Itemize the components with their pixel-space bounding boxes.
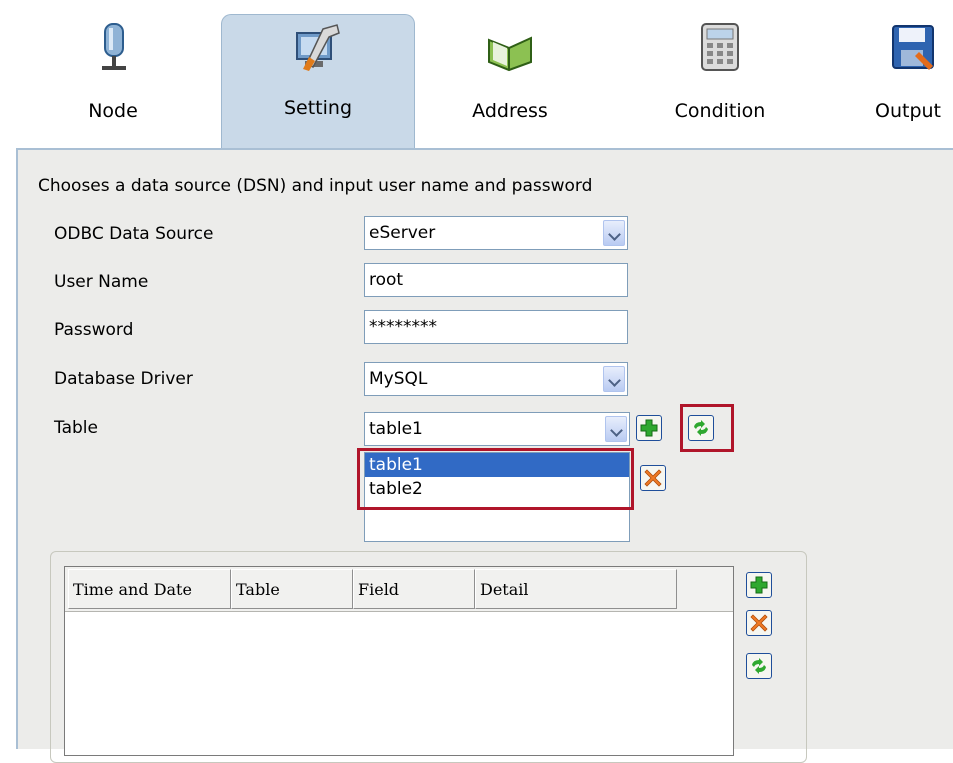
plus-icon [640, 419, 658, 437]
column-detail[interactable]: Detail [475, 569, 677, 609]
node-icon [102, 23, 126, 70]
odbc-select[interactable]: eServer [364, 216, 628, 250]
log-refresh-button[interactable] [746, 653, 772, 679]
column-table[interactable]: Table [231, 569, 353, 609]
database-driver-label: Database Driver [54, 369, 193, 389]
log-table[interactable]: Time and Date Table Field Detail [64, 566, 734, 756]
tab-setting-label: Setting [283, 97, 353, 119]
column-field[interactable]: Field [353, 569, 475, 609]
add-table-button[interactable] [636, 415, 662, 441]
log-table-header: Time and Date Table Field Detail [65, 567, 733, 612]
odbc-label: ODBC Data Source [54, 224, 214, 244]
user-name-label: User Name [54, 272, 149, 292]
tab-bar: Node Setting Address Condition Output [0, 0, 953, 151]
tab-node-label: Node [88, 100, 138, 122]
column-time-and-date[interactable]: Time and Date [68, 569, 231, 609]
panel-description: Chooses a data source (DSN) and input us… [38, 176, 593, 196]
plus-icon [750, 576, 768, 594]
password-value: ******** [369, 317, 437, 337]
database-driver-value: MySQL [369, 369, 428, 389]
password-label: Password [54, 320, 134, 340]
refresh-icon [752, 658, 766, 674]
dropdown-highlight-box [357, 448, 634, 510]
table-label: Table [54, 418, 98, 438]
table-value: table1 [369, 419, 423, 439]
refresh-highlight-box [680, 404, 734, 452]
chevron-down-icon[interactable] [603, 220, 625, 246]
address-icon [488, 36, 532, 72]
tab-output-label: Output [875, 100, 941, 122]
tab-setting[interactable]: Setting [221, 14, 415, 151]
odbc-value: eServer [369, 223, 436, 243]
table-select[interactable]: table1 [364, 412, 630, 446]
tab-condition[interactable]: Condition [645, 14, 795, 150]
log-delete-button[interactable] [746, 610, 772, 636]
user-name-field[interactable]: root [364, 263, 628, 297]
tab-node[interactable]: Node [48, 14, 178, 150]
delete-icon [750, 614, 768, 632]
setting-icon [296, 24, 340, 71]
log-add-button[interactable] [746, 572, 772, 598]
user-name-value: root [369, 270, 404, 290]
delete-icon [644, 469, 662, 487]
tab-condition-label: Condition [674, 100, 766, 122]
password-field[interactable]: ******** [364, 310, 628, 344]
chevron-down-icon[interactable] [605, 416, 627, 442]
condition-icon [701, 23, 739, 71]
chevron-down-icon[interactable] [603, 366, 625, 392]
output-icon [892, 25, 934, 70]
database-driver-select[interactable]: MySQL [364, 362, 628, 396]
delete-table-button[interactable] [640, 465, 666, 491]
tab-address-label: Address [472, 100, 548, 122]
tab-output[interactable]: Output [865, 14, 953, 150]
tab-address[interactable]: Address [440, 14, 580, 150]
